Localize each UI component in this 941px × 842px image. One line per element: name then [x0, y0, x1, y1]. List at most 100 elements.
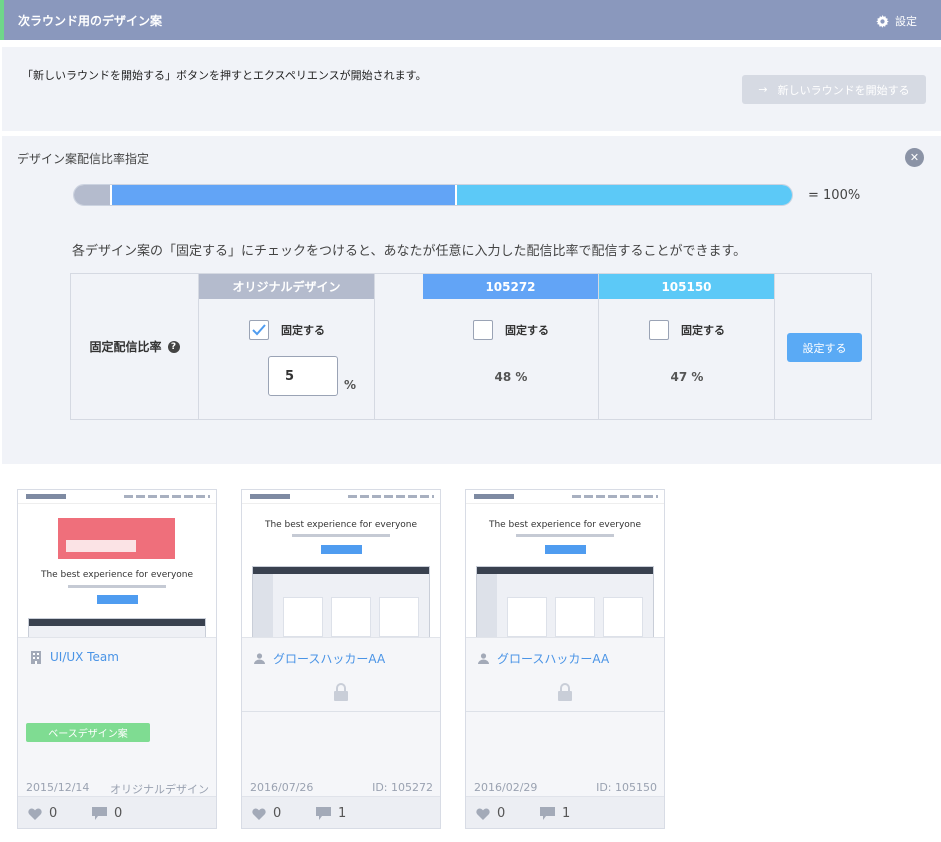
ratio-value: 48 % [494, 370, 528, 384]
like-count: 0 [49, 806, 58, 821]
fixed-ratio-table: 固定配信比率 ? オリジナルデザイン 固定する 5 % 105272 固定する … [70, 273, 872, 420]
thumbnail-cta [321, 545, 362, 554]
fix-checkbox[interactable] [649, 320, 669, 340]
distribution-total: = 100% [808, 188, 861, 203]
card-date: 2016/07/26 [250, 781, 314, 794]
thumbnail-screenshot-card [555, 597, 595, 637]
thumbnail-cta [545, 545, 586, 554]
heart-icon [476, 808, 490, 820]
fix-checkbox-label: 固定する [681, 324, 725, 337]
thumbnail-subtext [292, 534, 390, 537]
comment-button[interactable]: 1 [316, 806, 346, 821]
comment-icon [316, 807, 331, 820]
card-owner-name: UI/UX Team [50, 650, 119, 664]
thumbnail-logo [474, 494, 514, 499]
comment-icon [92, 807, 107, 820]
thumbnail-hero-text: The best experience for everyone [40, 570, 194, 580]
comment-button[interactable]: 0 [92, 806, 122, 821]
fix-checkbox[interactable] [473, 320, 493, 340]
apply-ratio-button[interactable]: 設定する [787, 333, 862, 362]
start-new-round-label: 新しいラウンドを開始する [777, 83, 910, 97]
distribution-title: デザイン案配信比率指定 [17, 152, 150, 166]
fix-checkbox-row[interactable]: 固定する [423, 320, 599, 340]
card-date: 2016/02/29 [474, 781, 538, 794]
ratio-value: 47 % [670, 370, 704, 384]
distribution-panel: デザイン案配信比率指定 ✕ = 100% 各デザイン案の「固定する」にチェックを… [2, 136, 941, 464]
thumbnail-subtext [68, 585, 166, 588]
variant-column-105272: 105272 固定する 48 % [423, 274, 599, 419]
thumbnail-subtext [516, 534, 614, 537]
thumbnail-screenshot-card [507, 597, 547, 637]
heart-icon [28, 808, 42, 820]
thumbnail-hero-text: The best experience for everyone [264, 520, 418, 530]
thumbnail-banner [58, 518, 175, 559]
thumbnail-screenshot-card [603, 597, 643, 637]
close-icon[interactable]: ✕ [905, 148, 924, 167]
distribution-bar [73, 184, 793, 206]
comment-icon [540, 807, 555, 820]
user-icon [254, 653, 265, 664]
variant-column-header: 105150 [599, 274, 774, 299]
user-icon [478, 653, 489, 664]
fix-checkbox[interactable] [249, 320, 269, 340]
settings-label: 設定 [895, 15, 917, 28]
card-date: 2015/12/14 [26, 781, 90, 794]
variant-column-header: オリジナルデザイン [199, 274, 374, 299]
variant-column-original: オリジナルデザイン 固定する 5 % [199, 274, 375, 419]
design-card[interactable]: The best experience for everyone UI/UX T… [17, 489, 217, 829]
distribution-description: 各デザイン案の「固定する」にチェックをつけると、あなたが任意に入力した配信比率で… [72, 244, 747, 259]
like-button[interactable]: 0 [252, 806, 281, 821]
thumbnail-screenshot-card [283, 597, 323, 637]
card-footer: 0 1 [466, 796, 664, 828]
lock-icon [334, 683, 348, 701]
thumbnail-links [348, 495, 434, 498]
design-card[interactable]: The best experience for everyone グロースハッカ… [465, 489, 665, 829]
thumbnail-screenshot-side [477, 574, 497, 637]
checkmark-icon [252, 324, 266, 336]
gear-icon [876, 14, 889, 28]
distribution-bar-segment [109, 185, 455, 205]
card-footer: 0 0 [18, 796, 216, 828]
arrow-right-icon: → [758, 83, 768, 96]
thumbnail-screenshot-bar [477, 567, 653, 574]
card-id: ID: 105272 [372, 781, 433, 794]
thumbnail-screenshot-side [253, 574, 273, 637]
help-icon[interactable]: ? [167, 340, 180, 353]
thumbnail-links [124, 495, 210, 498]
design-thumbnail[interactable]: The best experience for everyone [18, 490, 216, 638]
comment-button[interactable]: 1 [540, 806, 570, 821]
thumbnail-screenshot-card [331, 597, 371, 637]
ratio-input[interactable]: 5 [268, 356, 338, 396]
fix-checkbox-row[interactable]: 固定する [599, 320, 775, 340]
design-thumbnail[interactable]: The best experience for everyone [242, 490, 440, 638]
card-owner[interactable]: グロースハッカーAA [254, 650, 385, 667]
thumbnail-hero-text: The best experience for everyone [488, 520, 642, 530]
like-button[interactable]: 0 [28, 806, 57, 821]
intro-panel: 「新しいラウンドを開始する」ボタンを押すとエクスペリエンスが開始されます。 → … [2, 47, 941, 131]
settings-button[interactable]: 設定 [876, 13, 917, 29]
card-owner[interactable]: グロースハッカーAA [478, 650, 609, 667]
fix-checkbox-label: 固定する [505, 324, 549, 337]
like-count: 0 [273, 806, 282, 821]
card-id: オリジナルデザイン [110, 783, 209, 796]
card-id: ID: 105150 [596, 781, 657, 794]
thumbnail-nav [466, 490, 664, 504]
thumbnail-nav [18, 490, 216, 504]
card-owner[interactable]: UI/UX Team [30, 650, 119, 664]
fix-checkbox-row[interactable]: 固定する [199, 320, 375, 340]
card-owner-name: グロースハッカーAA [273, 652, 386, 666]
heart-icon [252, 808, 266, 820]
card-owner-name: グロースハッカーAA [497, 652, 610, 666]
thumbnail-screenshot-card [379, 597, 419, 637]
page-header: 次ラウンド用のデザイン案 設定 [0, 0, 941, 40]
building-icon [31, 650, 41, 664]
comment-count: 1 [562, 806, 571, 821]
like-button[interactable]: 0 [476, 806, 505, 821]
thumbnail-screenshot [476, 566, 654, 637]
like-count: 0 [497, 806, 506, 821]
start-new-round-button[interactable]: → 新しいラウンドを開始する [742, 75, 926, 104]
design-thumbnail[interactable]: The best experience for everyone [466, 490, 664, 638]
design-card[interactable]: The best experience for everyone グロースハッカ… [241, 489, 441, 829]
comment-count: 1 [338, 806, 347, 821]
card-divider [466, 711, 664, 712]
